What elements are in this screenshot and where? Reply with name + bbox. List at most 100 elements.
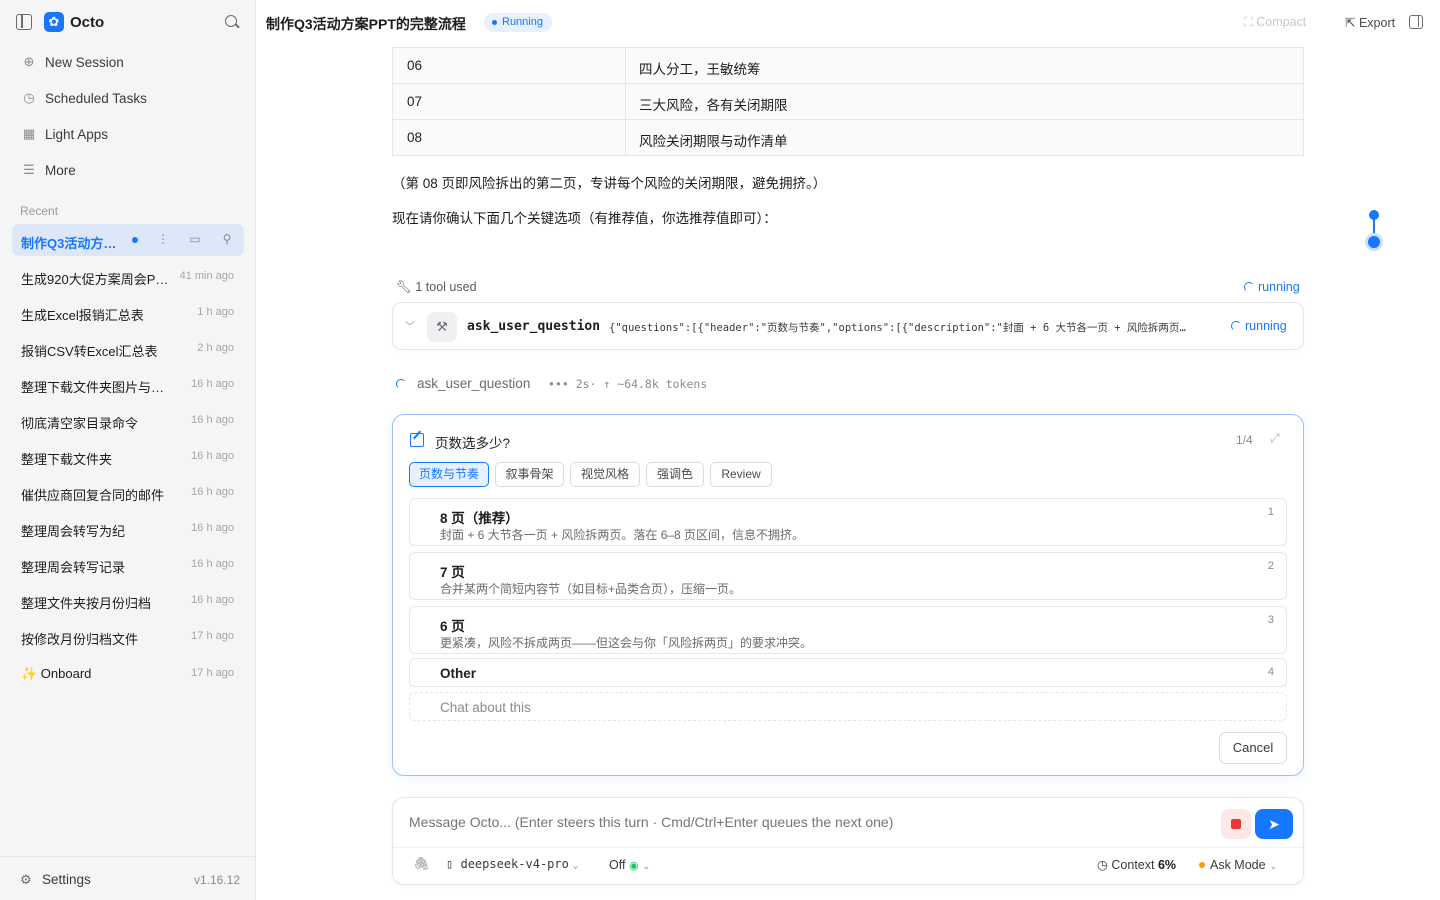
option-6-pages[interactable]: 6 页 更紧凑，风险不拆成两页——但这会与你「风险拆两页」的要求冲突。 3 — [409, 606, 1287, 654]
tool-status-label: running — [1245, 319, 1287, 333]
timeline-dot[interactable] — [1369, 210, 1379, 220]
session-item[interactable]: 彻底清空家目录命令 16 h ago — [12, 404, 244, 436]
session-title: 催供应商回复合同的邮件 — [21, 488, 165, 503]
session-time: 17 h ago — [191, 630, 234, 642]
session-item[interactable]: 按修改月份归档文件 17 h ago — [12, 620, 244, 652]
session-time: 16 h ago — [191, 522, 234, 534]
option-desc: 合并某两个简短内容节（如目标+品类合页），压缩一页。 — [440, 582, 742, 596]
sidebar-header: ✿ Octo — [0, 0, 256, 44]
cancel-button[interactable]: Cancel — [1219, 732, 1287, 764]
session-item[interactable]: 催供应商回复合同的邮件 16 h ago — [12, 476, 244, 508]
option-label: Chat about this — [440, 700, 531, 715]
nav-scheduled-tasks[interactable]: ◷ Scheduled Tasks — [12, 83, 244, 115]
settings-button[interactable]: Settings — [42, 872, 91, 887]
export-button[interactable]: ⇱ Export — [1345, 15, 1395, 30]
spinner-icon — [1231, 321, 1241, 331]
model-icon: ▯ — [446, 857, 454, 871]
mode-status-dot — [1199, 862, 1205, 868]
right-panel-toggle-icon[interactable] — [1409, 15, 1423, 29]
model-name: deepseek-v4-pro — [460, 857, 569, 871]
expand-icon[interactable]: ⤢ — [1270, 431, 1280, 446]
session-item[interactable]: 整理周会转写记录 16 h ago — [12, 548, 244, 580]
option-shortcut: 4 — [1267, 666, 1274, 678]
unread-dot — [132, 237, 138, 243]
session-item[interactable]: 整理下载文件夹图片与文档 16 h ago — [12, 368, 244, 400]
session-item[interactable]: ✨ Onboard 17 h ago — [12, 657, 244, 689]
chevron-down-icon[interactable]: ﹀ — [405, 318, 415, 333]
paperclip-icon[interactable]: 🖇︎ — [413, 856, 430, 872]
table-cell: 07 — [407, 94, 423, 109]
tab-narrative[interactable]: 叙事骨架 — [495, 462, 564, 487]
nav-label: Scheduled Tasks — [45, 91, 147, 106]
option-label: 7 页 — [440, 565, 465, 580]
context-value: 6% — [1157, 858, 1177, 872]
gear-icon[interactable]: ⚙ — [20, 872, 32, 888]
compact-button[interactable]: ⛶ Compact — [1244, 15, 1306, 30]
timeline-marker[interactable] — [1368, 210, 1380, 250]
session-title: 整理文件夹按月份归档 — [21, 596, 152, 611]
eye-icon: ◉ — [628, 860, 639, 872]
more-vertical-icon[interactable]: ⋮ — [156, 232, 170, 246]
pin-icon[interactable]: ⚲ — [220, 232, 234, 246]
session-item[interactable]: 整理文件夹按月份归档 16 h ago — [12, 584, 244, 616]
tool-status: running — [1231, 319, 1287, 333]
tab-review[interactable]: Review — [710, 462, 772, 487]
model-selector[interactable]: ▯ deepseek-v4-pro ⌄ — [446, 857, 578, 871]
tab-visual-style[interactable]: 视觉风格 — [570, 462, 640, 487]
tab-page-count[interactable]: 页数与节奏 — [409, 462, 489, 487]
send-button[interactable]: ➤ — [1255, 809, 1293, 839]
table-row: 06 四人分工，王敏统筹 — [393, 47, 1303, 83]
message-input[interactable] — [409, 814, 1209, 830]
session-time: 16 h ago — [191, 558, 234, 570]
session-item-active[interactable]: 制作Q3活动方案PPT的完整流程 ⋮ ▭ ⚲ — [12, 224, 244, 256]
nav-new-session[interactable]: ⊕ New Session — [12, 47, 244, 79]
session-time: 16 h ago — [191, 450, 234, 462]
session-title: 生成Excel报销汇总表 — [21, 308, 144, 323]
compact-label: Compact — [1256, 15, 1307, 29]
tools-used-summary[interactable]: 🔧︎ 1 tool used — [396, 280, 477, 295]
app-name: Octo — [70, 14, 105, 31]
chat-about-this-option[interactable]: Chat about this — [409, 692, 1287, 721]
composer-divider — [393, 847, 1303, 848]
grid-icon: ▦ — [22, 126, 36, 141]
timeline-current-dot[interactable] — [1368, 236, 1380, 248]
sidebar-toggle-icon[interactable] — [16, 14, 32, 30]
option-label: 8 页（推荐） — [440, 511, 519, 526]
session-time: 16 h ago — [191, 594, 234, 606]
archive-icon[interactable]: ▭ — [188, 232, 202, 246]
option-other[interactable]: Other 4 — [409, 658, 1287, 687]
session-title: 整理下载文件夹 — [21, 452, 113, 467]
nav-label: More — [45, 163, 76, 178]
table-cell: 三大风险，各有关闭期限 — [639, 98, 788, 113]
session-item[interactable]: 整理周会转写为纪 16 h ago — [12, 512, 244, 544]
session-item[interactable]: 生成920大促方案周会PPT 41 min ago — [12, 260, 244, 292]
cell-divider — [625, 48, 626, 83]
session-item[interactable]: 生成Excel报销汇总表 1 h ago — [12, 296, 244, 328]
message-composer: ➤ 🖇︎ ▯ deepseek-v4-pro⌄ Off ◉⌄ ◷ Context… — [392, 797, 1304, 885]
plus-circle-icon: ⊕ — [23, 54, 35, 69]
thinking-toggle[interactable]: Off ◉ ⌄ — [609, 858, 650, 872]
option-7-pages[interactable]: 7 页 合并某两个简短内容节（如目标+品类合页），压缩一页。 2 — [409, 552, 1287, 600]
session-item[interactable]: 报销CSV转Excel汇总表 2 h ago — [12, 332, 244, 364]
octo-logo-icon: ✿ — [44, 12, 64, 32]
cell-divider — [625, 120, 626, 155]
search-icon[interactable] — [225, 15, 237, 27]
nav-light-apps[interactable]: ▦ Light Apps — [12, 119, 244, 151]
mode-selector[interactable]: Ask Mode ⌄ — [1199, 858, 1277, 872]
option-label: 6 页 — [440, 619, 465, 634]
tools-status-label: running — [1258, 280, 1300, 294]
tool-call-card[interactable]: ﹀ ⚒ ask_user_question {"questions":[{"he… — [392, 302, 1304, 350]
question-title: 页数选多少? — [435, 436, 511, 451]
session-time: 2 h ago — [197, 342, 234, 354]
session-time: 41 min ago — [179, 270, 234, 282]
session-item[interactable]: 整理下载文件夹 16 h ago — [12, 440, 244, 472]
tool-name: ask_user_question — [467, 319, 601, 334]
option-8-pages[interactable]: 8 页（推荐） 封面 + 6 大节各一页 + 风险拆两页。落在 6–8 页区间，… — [409, 498, 1287, 546]
stop-button[interactable] — [1221, 809, 1251, 839]
thinking-label: Off — [609, 858, 626, 872]
nav-more[interactable]: ☰ More — [12, 155, 244, 187]
clock-icon: ◷ — [23, 90, 35, 105]
chevron-down-icon: ⌄ — [642, 861, 651, 871]
tab-accent-color[interactable]: 强调色 — [646, 462, 704, 487]
session-time: 1 h ago — [197, 306, 234, 318]
